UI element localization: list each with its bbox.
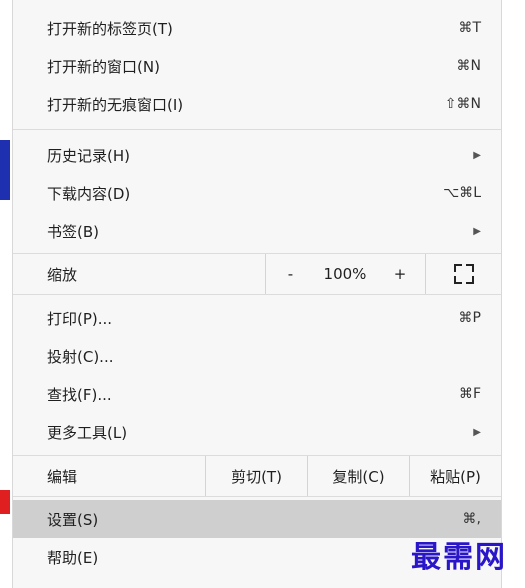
- zoom-row: 缩放 - 100% +: [13, 254, 501, 294]
- menu-item-label: 打开新的标签页(T): [47, 19, 173, 38]
- background-page-edge: [0, 490, 10, 514]
- menu-item-label: 书签(B): [47, 222, 99, 241]
- menu-item-label: 投射(C)...: [47, 347, 114, 366]
- background-page-edge: [0, 140, 10, 200]
- menu-item-label: 查找(F)...: [47, 385, 112, 404]
- cut-button[interactable]: 剪切(T): [205, 456, 307, 496]
- menu-item-new-tab[interactable]: 打开新的标签页(T) ⌘T: [13, 9, 501, 47]
- shortcut-text: ⇧⌘N: [444, 96, 481, 112]
- fullscreen-icon: [453, 264, 474, 284]
- minus-icon: -: [287, 265, 294, 283]
- menu-item-new-incognito-window[interactable]: 打开新的无痕窗口(I) ⇧⌘N: [13, 85, 501, 123]
- menu-separator: [13, 129, 501, 130]
- browser-main-menu: 打开新的标签页(T) ⌘T 打开新的窗口(N) ⌘N 打开新的无痕窗口(I) ⇧…: [12, 0, 502, 588]
- menu-item-find[interactable]: 查找(F)... ⌘F: [13, 375, 501, 413]
- shortcut-text: ⌥⌘L: [443, 185, 481, 201]
- shortcut-text: ⌘P: [458, 310, 481, 326]
- shortcut-text: ⌘,: [462, 511, 481, 527]
- paste-button[interactable]: 粘贴(P): [409, 456, 501, 496]
- menu-item-label: 打印(P)...: [47, 309, 113, 328]
- menu-separator: [13, 496, 501, 497]
- menu-item-history[interactable]: 历史记录(H) ▶: [13, 136, 501, 174]
- menu-item-print[interactable]: 打印(P)... ⌘P: [13, 299, 501, 337]
- zoom-label: 缩放: [47, 265, 78, 284]
- edit-label: 编辑: [47, 467, 78, 486]
- menu-separator: [13, 294, 501, 295]
- watermark-logo: 最需网: [411, 540, 507, 575]
- shortcut-text: ⌘F: [458, 386, 481, 402]
- menu-item-downloads[interactable]: 下载内容(D) ⌥⌘L: [13, 174, 501, 212]
- menu-item-more-tools[interactable]: 更多工具(L) ▶: [13, 413, 501, 451]
- shortcut-text: ⌘T: [458, 20, 481, 36]
- shortcut-text: ⌘N: [456, 58, 481, 74]
- menu-item-label: 打开新的窗口(N): [47, 57, 160, 76]
- submenu-arrow-icon: ▶: [473, 225, 481, 237]
- menu-item-label: 历史记录(H): [47, 146, 130, 165]
- zoom-level-value: 100%: [323, 265, 367, 283]
- menu-item-label: 下载内容(D): [47, 184, 131, 203]
- fullscreen-button[interactable]: [425, 254, 501, 294]
- copy-button[interactable]: 复制(C): [307, 456, 409, 496]
- menu-item-bookmarks[interactable]: 书签(B) ▶: [13, 212, 501, 250]
- edit-row: 编辑 剪切(T) 复制(C) 粘贴(P): [13, 456, 501, 496]
- menu-item-label: 打开新的无痕窗口(I): [47, 95, 184, 114]
- plus-icon: +: [393, 265, 407, 283]
- submenu-arrow-icon: ▶: [473, 426, 481, 438]
- menu-item-new-window[interactable]: 打开新的窗口(N) ⌘N: [13, 47, 501, 85]
- zoom-out-button[interactable]: -: [265, 254, 315, 294]
- submenu-arrow-icon: ▶: [473, 149, 481, 161]
- zoom-in-button[interactable]: +: [375, 254, 425, 294]
- menu-item-cast[interactable]: 投射(C)...: [13, 337, 501, 375]
- menu-item-label: 更多工具(L): [47, 423, 128, 442]
- menu-item-label: 帮助(E): [47, 548, 99, 567]
- menu-item-label: 设置(S): [47, 510, 99, 529]
